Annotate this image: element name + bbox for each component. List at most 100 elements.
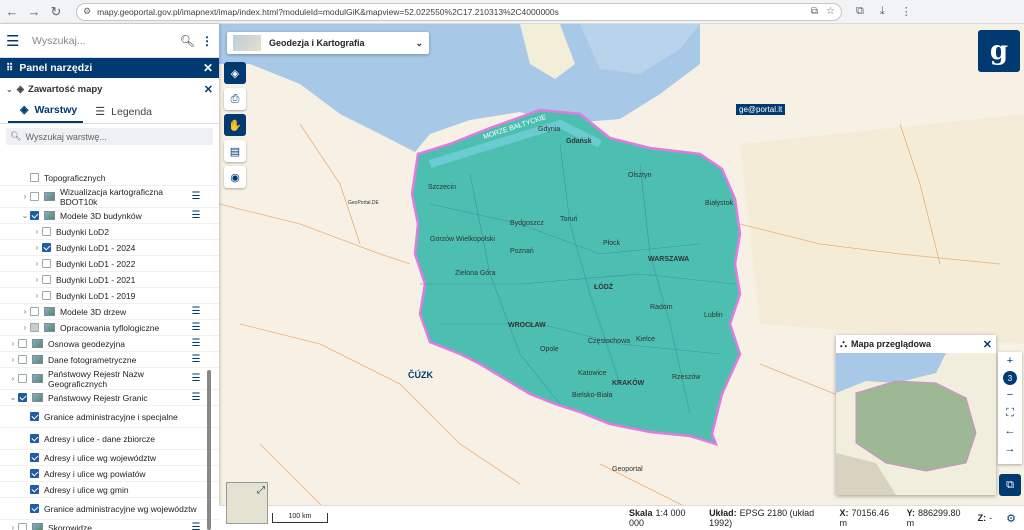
layer-checkbox[interactable] [42,259,51,268]
layer-checkbox[interactable] [30,453,39,462]
layer-checkbox[interactable] [30,412,39,421]
layer-tree-row[interactable]: Adresy i ulice - dane zbiorcze [0,428,219,450]
layer-checkbox[interactable] [42,275,51,284]
layer-menu-icon[interactable]: ☰ [189,306,203,317]
geoportal-de-logo[interactable]: GeoPortal.DE [348,200,379,206]
download-icon[interactable]: ⤓ [880,5,885,18]
layer-checkbox[interactable] [30,307,39,316]
layer-tree-row[interactable]: › Państwowy Rejestr Nazw Geograficznych ☰ [0,368,219,390]
layer-tree-row[interactable]: › Budynki LoD2 [0,224,219,240]
close-icon[interactable]: ✕ [203,61,213,75]
close-icon[interactable]: ✕ [204,83,213,96]
chevron-right-icon[interactable]: › [20,192,30,202]
layer-tree-row[interactable]: Adresy i ulice wg województw [0,450,219,466]
chevron-right-icon[interactable]: › [8,523,18,530]
fullscreen-icon[interactable]: ⛶ [998,404,1022,422]
screenshot-button[interactable]: ◉ [224,166,246,188]
layer-checkbox[interactable] [42,291,51,300]
cuzk-logo[interactable]: ČÚZK [408,370,433,380]
layer-checkbox[interactable] [18,523,27,530]
close-icon[interactable]: ✕ [983,338,992,351]
layer-menu-icon[interactable]: ☰ [189,354,203,365]
layer-checkbox[interactable] [30,469,39,478]
layer-checkbox[interactable] [30,173,39,182]
layer-checkbox[interactable] [30,434,39,443]
chevron-right-icon[interactable]: › [32,275,42,285]
layer-checkbox[interactable] [30,211,39,220]
layer-checkbox[interactable] [30,485,39,494]
layer-checkbox[interactable] [30,323,39,332]
chevron-right-icon[interactable]: › [20,323,30,333]
expand-icon[interactable]: ⤢ [257,485,265,496]
chevron-right-icon[interactable]: › [32,291,42,301]
scale-item[interactable]: Skala 1:4 000 000 [629,508,695,528]
gear-icon[interactable]: ⚙ [1006,512,1016,525]
layer-tree-row[interactable]: › Osnowa geodezyjna ☰ [0,336,219,352]
zoom-out-button[interactable]: − [998,386,1022,404]
layer-checkbox[interactable] [42,243,51,252]
layer-menu-icon[interactable]: ☰ [189,338,203,349]
layer-menu-icon[interactable]: ☰ [189,522,203,530]
zoom-in-button[interactable]: + [998,352,1022,370]
chevron-right-icon[interactable]: › [32,227,42,237]
layer-checkbox[interactable] [18,355,27,364]
chevron-right-icon[interactable]: › [32,259,42,269]
overview-map[interactable] [836,353,996,495]
layer-tree-row[interactable]: Topograficznych [0,170,219,186]
layer-tree-row[interactable]: Adresy i ulice wg gmin [0,482,219,498]
geoportal-logo[interactable]: g [978,30,1020,72]
install-icon[interactable]: ⧉ [811,6,818,17]
layer-menu-icon[interactable]: ☰ [189,322,203,333]
layer-tree-row[interactable]: › Wizualizacja kartograficzna BDOT10k ☰ [0,186,219,208]
clipboard-button[interactable]: ▤ [224,140,246,162]
forward-arrow-icon[interactable]: → [998,440,1022,458]
tab-layers[interactable]: ◈ Warstwy [8,103,84,123]
layer-checkbox[interactable] [18,393,27,402]
layer-checkbox[interactable] [30,504,39,513]
chevron-down-icon[interactable]: ⌄ [415,38,423,49]
layer-tree-row[interactable]: › Modele 3D drzew ☰ [0,304,219,320]
measure-button[interactable]: ✋ [224,114,246,136]
layer-menu-icon[interactable]: ☰ [189,191,203,202]
layer-menu-icon[interactable]: ☰ [189,210,203,221]
layer-tree-row[interactable]: Granice administracyjne wg województw [0,498,219,520]
layer-checkbox[interactable] [18,339,27,348]
layer-tree-row[interactable]: › Budynki LoD1 - 2021 [0,272,219,288]
chevron-right-icon[interactable]: › [32,243,42,253]
geoportal-lt-badge[interactable]: ge@portal.lt [736,104,786,115]
map-content-header[interactable]: ⌄ ◈ Zawartość mapy ✕ [0,78,219,100]
crs-item[interactable]: Układ: EPSG 2180 (układ 1992) [709,508,825,528]
geoportal-sk-logo[interactable]: Geoportal [612,466,643,473]
layer-tree-row[interactable]: › Budynki LoD1 - 2019 [0,288,219,304]
layer-tree-row[interactable]: › Opracowania tyflologiczne ☰ [0,320,219,336]
hamburger-menu-icon[interactable]: ☰ [6,32,22,50]
layer-tree-row[interactable]: ⌄ Państwowy Rejestr Granic ☰ [0,390,219,406]
chevron-right-icon[interactable]: › [20,307,30,317]
layer-tree-row[interactable]: › Skorowidze ☰ [0,520,219,530]
scrollbar[interactable] [207,370,211,530]
tab-legend[interactable]: ☰ Legenda [83,105,158,123]
layers-button[interactable]: ◈ [224,62,246,84]
chevron-down-icon[interactable]: ⌄ [8,393,18,403]
forward-arrow-icon[interactable]: → [24,2,44,22]
extensions-icon[interactable]: ⧉ [856,5,864,18]
layer-checkbox[interactable] [30,192,39,201]
site-info-icon[interactable]: ⚙ [83,6,91,17]
back-arrow-icon[interactable]: ← [998,422,1022,440]
address-bar[interactable]: ⚙ mapy.geoportal.gov.pl/imapnext/imap/in… [76,2,842,21]
bookmark-star-icon[interactable]: ☆ [826,6,835,17]
layer-tree-row[interactable]: Granice administracyjne i specjalne [0,406,219,428]
layer-search-input[interactable]: 🔍︎ Wyszukaj warstwę... [6,128,213,145]
chevron-right-icon[interactable]: › [8,339,18,349]
basemap-switcher[interactable]: ⤢ [226,482,268,524]
chevron-down-icon[interactable]: ⌄ [6,85,13,94]
layer-checkbox[interactable] [42,227,51,236]
layer-tree-row[interactable]: › Budynki LoD1 - 2022 [0,256,219,272]
browser-menu-icon[interactable]: ⋮ [901,5,912,18]
layer-tree-row[interactable]: › Dane fotogrametryczne ☰ [0,352,219,368]
overview-toggle-button[interactable]: ⧉ [999,474,1021,496]
search-icon[interactable]: 🔍︎ [180,34,195,48]
layer-menu-icon[interactable]: ☰ [189,373,203,384]
chevron-right-icon[interactable]: › [8,355,18,365]
layer-menu-icon[interactable]: ☰ [189,392,203,403]
